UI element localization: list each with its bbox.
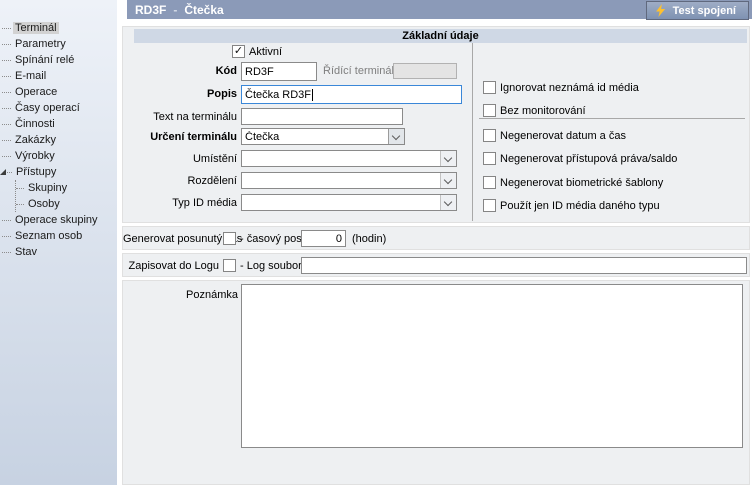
log-group: Zapisovat do Logu - Log soubor xyxy=(122,253,750,277)
negenerovat-prava-checkbox[interactable] xyxy=(483,152,496,165)
title-separator: - xyxy=(166,3,184,17)
zapisovat-do-logu-checkbox[interactable] xyxy=(223,259,236,272)
urceni-terminalu-select[interactable]: Čtečka xyxy=(241,128,405,145)
tree-connector xyxy=(2,76,11,77)
casovy-posun-input[interactable] xyxy=(301,230,346,247)
tree-connector xyxy=(2,124,11,125)
ridici-terminal-input xyxy=(393,63,457,79)
sidebar-item-operace-skupiny[interactable]: Operace skupiny xyxy=(0,212,117,228)
tree-connector xyxy=(2,236,11,237)
aktivni-label: Aktivní xyxy=(249,46,282,58)
negenerovat-sablony-checkbox[interactable] xyxy=(483,176,496,189)
sidebar-item-operace[interactable]: Operace xyxy=(0,84,117,100)
log-soubor-input[interactable] xyxy=(301,257,747,274)
umisteni-label: Umístění xyxy=(123,153,237,165)
sidebar-item-cinnosti[interactable]: Činnosti xyxy=(0,116,117,132)
ignorovat-neznama-checkbox[interactable] xyxy=(483,81,496,94)
zapisovat-do-logu-label: Zapisovat do Logu xyxy=(123,260,219,272)
negenerovat-datum-checkbox[interactable] xyxy=(483,129,496,142)
header-bar: RD3F-Čtečka Test spojení xyxy=(127,0,752,19)
kod-input[interactable] xyxy=(241,62,317,81)
popis-input[interactable]: Čtečka RD3F xyxy=(241,85,462,104)
sidebar-item-email[interactable]: E-mail xyxy=(0,68,117,84)
bez-monitorovani-label: Bez monitorování xyxy=(500,105,586,117)
pouzit-jen-id-label: Použít jen ID média daného typu xyxy=(500,200,660,212)
tree-connector xyxy=(2,252,11,253)
text-na-terminalu-label: Text na terminálu xyxy=(123,111,237,123)
terminal-name: Čtečka xyxy=(184,3,223,17)
sidebar-children-pristupy: Skupiny Osoby xyxy=(15,180,117,212)
tree-connector xyxy=(2,140,11,141)
negenerovat-datum-label: Negenerovat datum a čas xyxy=(500,130,626,142)
umisteni-select[interactable] xyxy=(241,150,457,167)
typ-id-media-select[interactable] xyxy=(241,194,457,211)
test-connection-button[interactable]: Test spojení xyxy=(646,1,749,20)
lightning-icon xyxy=(656,4,666,17)
urceni-terminalu-label: Určení terminálu xyxy=(123,131,237,143)
time-shift-group: Generovat posunutý čas - časový posun (h… xyxy=(122,226,750,250)
poznamka-textarea[interactable] xyxy=(241,284,743,448)
basic-data-group: Základní údaje ✓ Aktivní Kód Řídící term… xyxy=(122,26,750,223)
sidebar-item-stav[interactable]: Stav xyxy=(0,244,117,260)
sidebar-tree: Terminál Parametry Spínání relé E-mail O… xyxy=(0,0,117,485)
poznamka-label: Poznámka xyxy=(123,289,238,301)
tree-connector xyxy=(2,108,11,109)
text-na-terminalu-input[interactable] xyxy=(241,108,403,125)
rozdeleni-label: Rozdělení xyxy=(123,175,237,187)
text-caret xyxy=(312,89,313,101)
tree-connector xyxy=(16,188,24,189)
negenerovat-prava-label: Negenerovat přístupová práva/saldo xyxy=(500,153,677,165)
sidebar-item-pristupy[interactable]: Přístupy xyxy=(0,164,117,180)
note-group: Poznámka xyxy=(122,280,750,485)
log-soubor-label: - Log soubor xyxy=(240,260,302,272)
sidebar-item-spinani-rele[interactable]: Spínání relé xyxy=(0,52,117,68)
negenerovat-sablony-label: Negenerovat biometrické šablony xyxy=(500,177,663,189)
tree-connector xyxy=(2,92,11,93)
bez-monitorovani-checkbox[interactable] xyxy=(483,104,496,117)
tree-connector xyxy=(2,60,11,61)
chevron-down-icon[interactable] xyxy=(440,195,456,210)
tree-connector xyxy=(2,156,11,157)
typ-id-media-label: Typ ID média xyxy=(123,197,237,209)
hodin-suffix-label: (hodin) xyxy=(352,233,386,245)
generovat-posunuty-cas-checkbox[interactable] xyxy=(223,232,236,245)
popis-label: Popis xyxy=(123,88,237,100)
sidebar-item-skupiny[interactable]: Skupiny xyxy=(16,180,117,196)
tree-connector xyxy=(2,28,11,29)
tree-connector xyxy=(7,172,12,173)
sidebar-item-zakazky[interactable]: Zakázky xyxy=(0,132,117,148)
sidebar-item-terminal[interactable]: Terminál xyxy=(0,20,117,36)
tree-connector xyxy=(16,204,24,205)
options-divider xyxy=(479,118,745,119)
terminal-code: RD3F xyxy=(135,3,166,17)
sidebar-item-osoby[interactable]: Osoby xyxy=(16,196,117,212)
chevron-down-icon[interactable] xyxy=(440,173,456,188)
kod-label: Kód xyxy=(123,65,237,77)
tree-connector xyxy=(2,44,11,45)
rozdeleni-select[interactable] xyxy=(241,172,457,189)
tree-connector xyxy=(2,220,11,221)
ridici-terminal-label: Řídící terminál xyxy=(323,65,394,77)
pouzit-jen-id-checkbox[interactable] xyxy=(483,199,496,212)
chevron-down-icon[interactable] xyxy=(388,129,404,144)
chevron-down-icon[interactable] xyxy=(440,151,456,166)
sidebar-item-parametry[interactable]: Parametry xyxy=(0,36,117,52)
aktivni-checkbox[interactable]: ✓ xyxy=(232,45,245,58)
page-title: RD3F-Čtečka xyxy=(127,3,224,17)
generovat-posunuty-cas-label: Generovat posunutý čas xyxy=(123,233,219,245)
sidebar-item-casy-operaci[interactable]: Časy operací xyxy=(0,100,117,116)
sidebar-item-vyrobky[interactable]: Výrobky xyxy=(0,148,117,164)
column-divider xyxy=(472,43,473,221)
tree-expanded-icon[interactable] xyxy=(0,169,6,175)
section-title: Základní údaje xyxy=(134,29,747,43)
ignorovat-neznama-label: Ignorovat neznámá id média xyxy=(500,82,639,94)
sidebar-item-seznam-osob[interactable]: Seznam osob xyxy=(0,228,117,244)
